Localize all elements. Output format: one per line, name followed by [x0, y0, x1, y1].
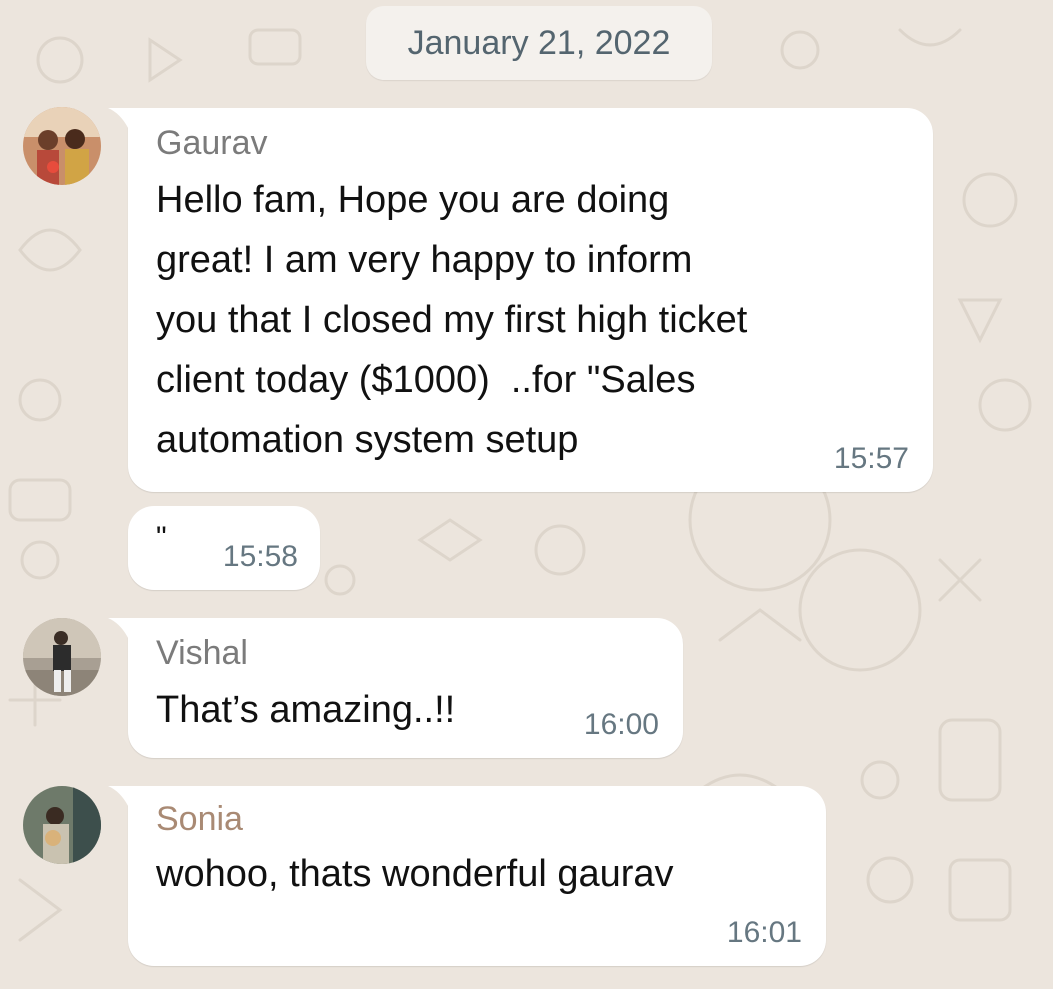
avatar-gaurav[interactable] [23, 107, 101, 185]
message-timestamp: 16:01 [726, 916, 802, 949]
message-text: wohoo, thats wonderful gaurav [156, 853, 674, 895]
message-bubble[interactable]: " 15:58 [128, 506, 320, 590]
avatar-sonia[interactable] [23, 786, 101, 864]
message-text: " [156, 521, 167, 554]
bubble-tail [108, 618, 130, 642]
sender-name: Gaurav [156, 124, 268, 162]
sender-name: Sonia [156, 800, 243, 838]
message-timestamp: 15:58 [222, 540, 298, 573]
message-bubble[interactable]: Sonia wohoo, thats wonderful gaurav 16:0… [108, 786, 826, 966]
message-bubble[interactable]: Vishal That’s amazing..!! 16:00 [108, 618, 683, 758]
bubble-tail [108, 786, 130, 810]
message-timestamp: 16:00 [583, 708, 659, 741]
avatar-vishal[interactable] [23, 618, 101, 696]
sender-name: Vishal [156, 634, 248, 672]
date-separator: January 21, 2022 [366, 6, 712, 80]
message-text: Hello fam, Hope you are doing great! I a… [156, 179, 748, 461]
bubble-tail [108, 108, 130, 132]
message-bubble[interactable]: Gaurav Hello fam, Hope you are doing gre… [108, 108, 933, 492]
message-text: That’s amazing..!! [156, 689, 456, 731]
message-timestamp: 15:57 [833, 442, 909, 475]
